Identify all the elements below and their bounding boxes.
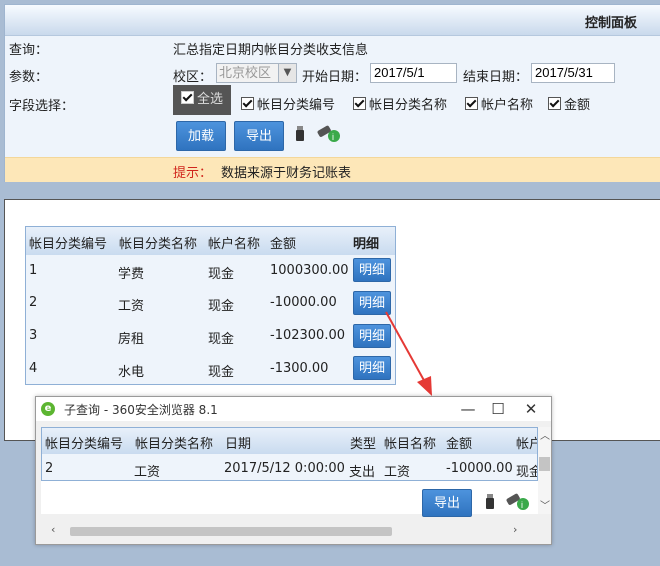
row-item: 工资 <box>384 465 411 480</box>
header-date: 日期 <box>225 437 252 452</box>
svg-text:i: i <box>521 500 523 510</box>
detail-table: 帐目分类编号 帐目分类名称 日期 类型 帐目名称 金额 帐户 2 工资 2017… <box>41 427 538 481</box>
header-name: 帐目分类名称 <box>135 437 214 452</box>
row-account: 现金 <box>516 465 537 480</box>
header-code: 帐目分类编号 <box>45 437 124 452</box>
export-tool-icon[interactable]: i <box>505 493 531 511</box>
row-amount: -10000.00 <box>446 461 513 476</box>
header-account: 帐户 <box>516 437 537 452</box>
row-name: 工资 <box>134 465 161 480</box>
scrollbar-thumb[interactable] <box>70 527 392 536</box>
horizontal-scrollbar[interactable]: ‹ › <box>41 523 526 538</box>
export-button[interactable]: 导出 <box>422 489 472 517</box>
chevron-up-icon[interactable]: ︿ <box>540 427 550 442</box>
maximize-icon[interactable]: ☐ <box>481 397 515 421</box>
child-query-window: e 子查询 - 360安全浏览器 8.1 — ☐ ✕ 帐目分类编号 帐目分类名称… <box>35 396 552 545</box>
usb-drive-icon[interactable] <box>485 494 495 510</box>
header-type: 类型 <box>350 437 377 452</box>
table-header: 帐目分类编号 帐目分类名称 日期 类型 帐目名称 金额 帐户 <box>42 428 537 454</box>
row-type: 支出 <box>349 465 376 480</box>
header-item: 帐目名称 <box>384 437 437 452</box>
scrollbar-thumb[interactable] <box>539 457 550 471</box>
browser-logo-icon: e <box>41 402 55 416</box>
row-date: 2017/5/12 0:00:00 <box>224 461 345 476</box>
chevron-left-icon[interactable]: ‹ <box>51 523 55 536</box>
close-icon[interactable]: ✕ <box>514 397 548 421</box>
chevron-right-icon[interactable]: › <box>513 523 517 536</box>
window-content: 帐目分类编号 帐目分类名称 日期 类型 帐目名称 金额 帐户 2 工资 2017… <box>41 427 538 517</box>
window-titlebar[interactable]: e 子查询 - 360安全浏览器 8.1 — ☐ ✕ <box>36 397 551 421</box>
window-title: 子查询 - 360安全浏览器 8.1 <box>64 403 218 417</box>
minimize-icon[interactable]: — <box>451 397 485 421</box>
header-amount: 金额 <box>446 437 473 452</box>
chevron-down-icon[interactable]: ﹀ <box>540 497 550 512</box>
row-code: 2 <box>45 461 54 476</box>
vertical-scrollbar[interactable]: ︿ ﹀ <box>538 427 551 514</box>
